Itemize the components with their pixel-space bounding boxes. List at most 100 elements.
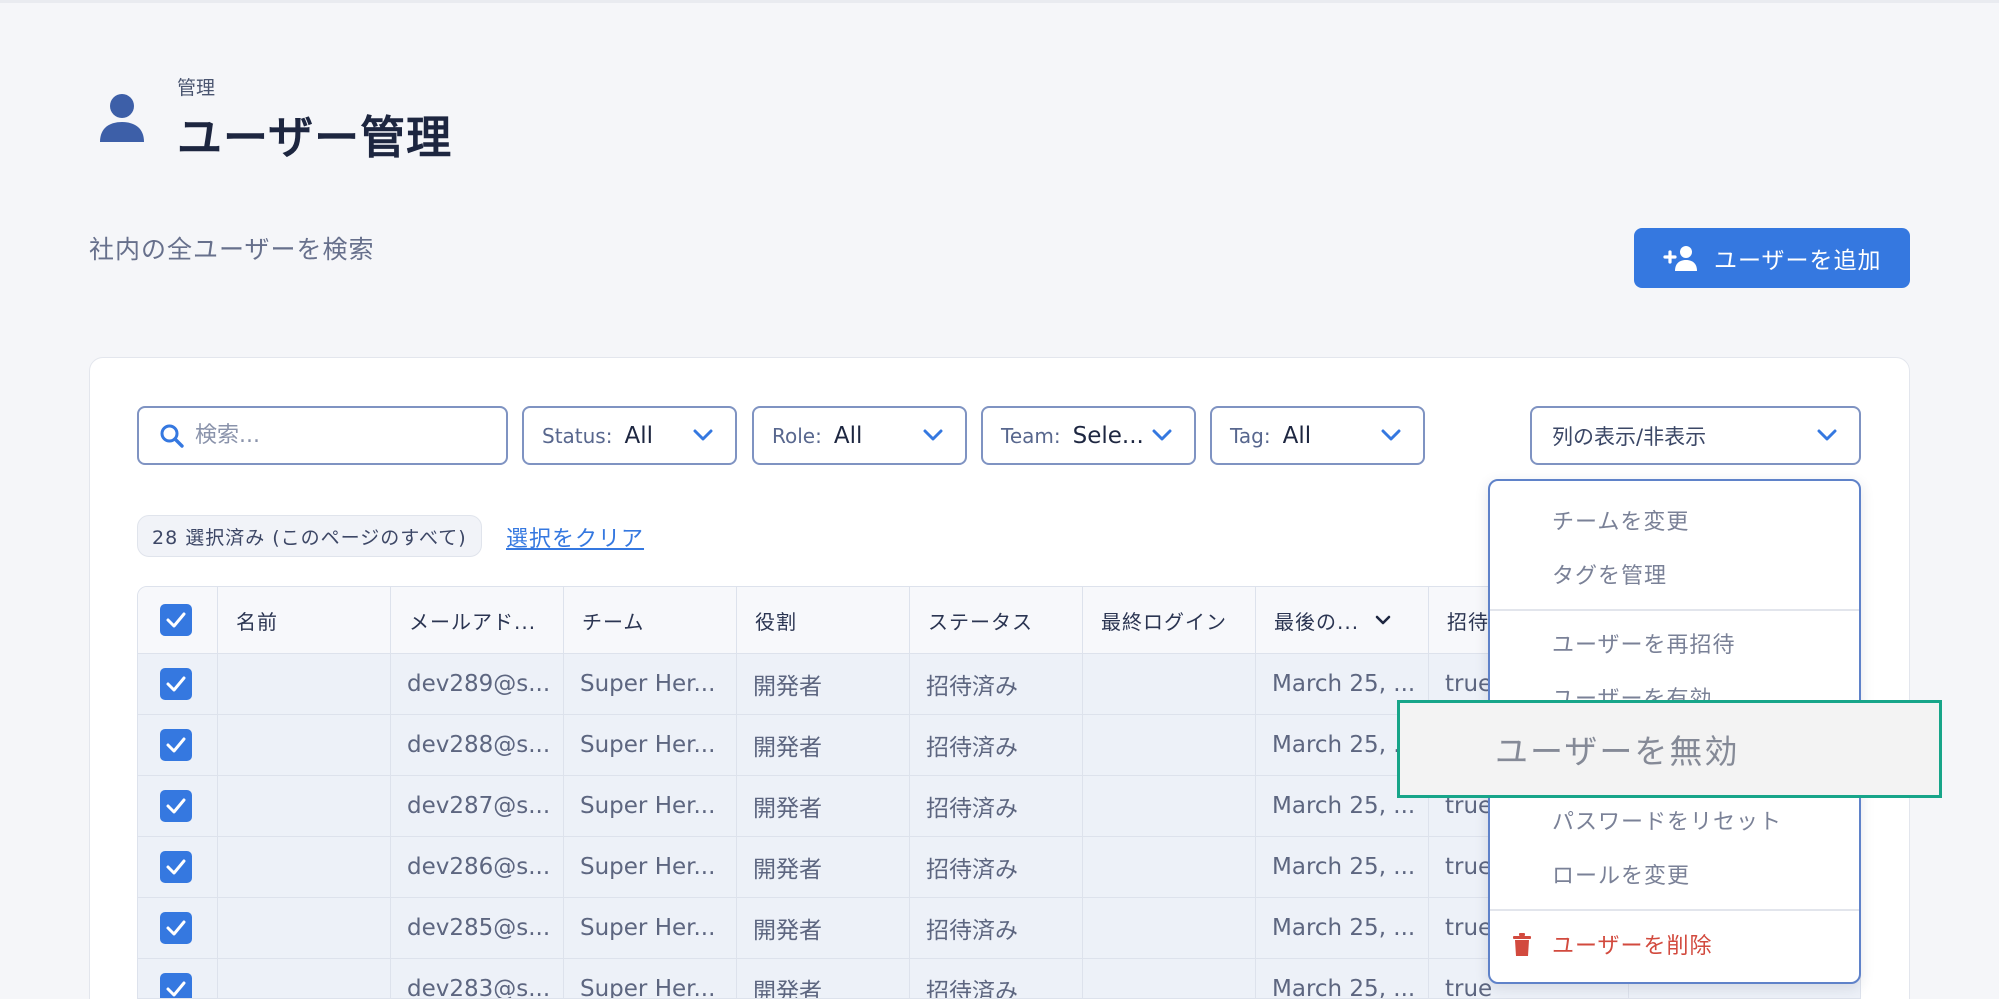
cell-team: Super Her... <box>564 654 737 714</box>
cell-last-login <box>1083 959 1256 998</box>
checkbox-checked-icon <box>160 729 192 761</box>
menu-item-reinvite-users[interactable]: ユーザーを再招待 <box>1552 627 1736 659</box>
clear-selection-link[interactable]: 選択をクリア <box>506 521 644 553</box>
cell-last-activity: March 25, ... <box>1256 837 1429 897</box>
status-filter-value: All <box>624 422 653 449</box>
cell-status: 招待済み <box>910 715 1083 775</box>
cell-team: Super Her... <box>564 715 737 775</box>
cell-name <box>218 959 391 998</box>
cell-role: 開発者 <box>737 654 910 714</box>
cell-status: 招待済み <box>910 959 1083 998</box>
menu-item-manage-tags[interactable]: タグを管理 <box>1552 558 1667 590</box>
cell-last-login <box>1083 776 1256 836</box>
add-user-button[interactable]: ユーザーを追加 <box>1634 228 1910 288</box>
cell-status: 招待済み <box>910 837 1083 897</box>
cell-email: dev285@s... <box>391 898 564 958</box>
cell-team: Super Her... <box>564 898 737 958</box>
sort-descending-icon <box>1375 615 1391 624</box>
cell-name <box>218 776 391 836</box>
chevron-down-icon <box>1817 429 1837 441</box>
menu-item-delete-users[interactable]: ユーザーを削除 <box>1552 928 1713 960</box>
cell-team: Super Her... <box>564 959 737 998</box>
menu-item-change-team[interactable]: チームを変更 <box>1552 504 1689 536</box>
menu-item-disable-users-highlighted[interactable]: ユーザーを無効 <box>1397 700 1942 798</box>
row-checkbox[interactable] <box>138 654 218 714</box>
person-icon <box>100 94 144 142</box>
cell-team: Super Her... <box>564 837 737 897</box>
column-header-email[interactable]: メールアド... <box>391 587 564 653</box>
cell-email: dev289@s... <box>391 654 564 714</box>
cell-last-login <box>1083 654 1256 714</box>
cell-role: 開発者 <box>737 776 910 836</box>
cell-role: 開発者 <box>737 959 910 998</box>
column-header-team[interactable]: チーム <box>564 587 737 653</box>
page-subtitle: 社内の全ユーザーを検索 <box>89 235 375 264</box>
cell-role: 開発者 <box>737 715 910 775</box>
row-checkbox[interactable] <box>138 837 218 897</box>
cell-email: dev286@s... <box>391 837 564 897</box>
column-header-status[interactable]: ステータス <box>910 587 1083 653</box>
chevron-down-icon <box>923 429 943 441</box>
menu-divider <box>1490 909 1859 911</box>
checkbox-checked-icon <box>160 790 192 822</box>
trash-icon <box>1513 933 1531 956</box>
role-filter-label: Role: <box>772 423 822 448</box>
cell-last-login <box>1083 715 1256 775</box>
cell-name <box>218 715 391 775</box>
cell-last-activity: March 25, ... <box>1256 898 1429 958</box>
chevron-down-icon <box>1381 429 1401 441</box>
checkbox-checked-icon <box>160 912 192 944</box>
tag-filter[interactable]: Tag: All <box>1210 406 1425 465</box>
search-input[interactable] <box>195 423 485 448</box>
cell-last-activity: March 25, ... <box>1256 959 1429 998</box>
search-icon <box>160 424 184 448</box>
row-checkbox[interactable] <box>138 776 218 836</box>
cell-role: 開発者 <box>737 898 910 958</box>
tag-filter-label: Tag: <box>1230 423 1271 448</box>
row-checkbox[interactable] <box>138 898 218 958</box>
role-filter[interactable]: Role: All <box>752 406 967 465</box>
column-header-last-activity[interactable]: 最後の... <box>1256 587 1429 653</box>
cell-name <box>218 898 391 958</box>
disable-users-label: ユーザーを無効 <box>1495 732 1740 771</box>
top-border <box>0 0 1999 3</box>
row-checkbox[interactable] <box>138 715 218 775</box>
cell-email: dev287@s... <box>391 776 564 836</box>
column-header-last-login[interactable]: 最終ログイン <box>1083 587 1256 653</box>
tag-filter-value: All <box>1282 422 1312 449</box>
cell-last-login <box>1083 837 1256 897</box>
cell-last-login <box>1083 898 1256 958</box>
chevron-down-icon <box>693 429 713 441</box>
cell-email: dev283@s... <box>391 959 564 998</box>
column-header-name[interactable]: 名前 <box>218 587 391 653</box>
role-filter-value: All <box>833 422 863 449</box>
add-person-icon <box>1663 246 1697 271</box>
add-user-label: ユーザーを追加 <box>1714 248 1882 274</box>
selection-count-badge: 28 選択済み (このページのすべて) <box>137 515 482 557</box>
cell-name <box>218 654 391 714</box>
cell-name <box>218 837 391 897</box>
menu-divider <box>1490 609 1859 611</box>
menu-item-reset-password[interactable]: パスワードをリセット <box>1552 804 1782 836</box>
column-visibility-label: 列の表示/非表示 <box>1552 424 1707 449</box>
team-filter-value: Sele... <box>1072 422 1144 449</box>
cell-status: 招待済み <box>910 654 1083 714</box>
status-filter[interactable]: Status: All <box>522 406 737 465</box>
page-title: ユーザー管理 <box>177 111 453 164</box>
row-checkbox[interactable] <box>138 959 218 998</box>
cell-role: 開発者 <box>737 837 910 897</box>
breadcrumb[interactable]: 管理 <box>177 73 215 100</box>
column-header-role[interactable]: 役割 <box>737 587 910 653</box>
checkbox-checked-icon <box>160 973 192 998</box>
menu-item-change-role[interactable]: ロールを変更 <box>1552 858 1690 890</box>
cell-team: Super Her... <box>564 776 737 836</box>
column-visibility-dropdown[interactable]: 列の表示/非表示 <box>1530 406 1861 465</box>
select-all-checkbox[interactable] <box>138 587 218 653</box>
team-filter[interactable]: Team: Sele... <box>981 406 1196 465</box>
search-field[interactable] <box>137 406 508 465</box>
team-filter-label: Team: <box>1001 423 1061 448</box>
cell-email: dev288@s... <box>391 715 564 775</box>
column-header-last-activity-label: 最後の... <box>1274 609 1360 634</box>
checkbox-checked-icon <box>160 668 192 700</box>
chevron-down-icon <box>1152 429 1172 441</box>
